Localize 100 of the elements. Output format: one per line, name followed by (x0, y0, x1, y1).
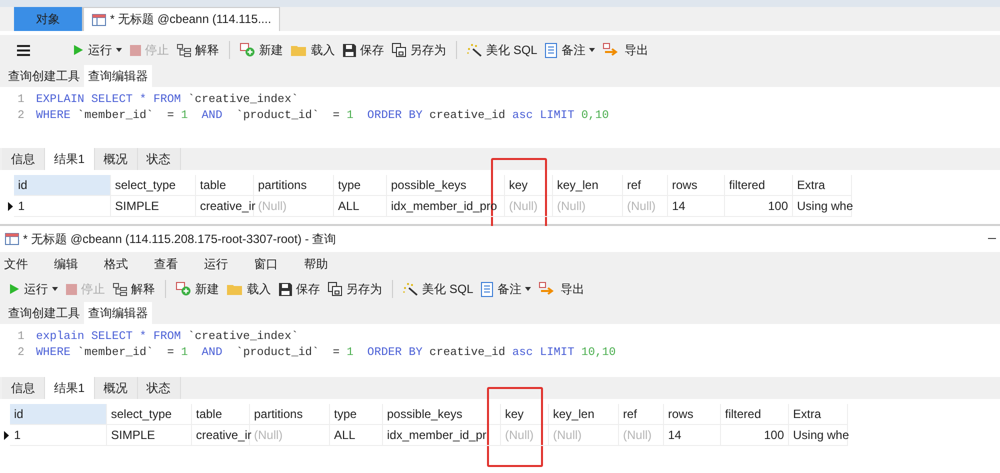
editor-tab[interactable]: 查询编辑器 (84, 302, 152, 324)
column-header[interactable]: table (196, 175, 254, 196)
tab-label: * 无标题 @cbeann (114.115.... (110, 11, 272, 28)
editor-tab[interactable]: 查询编辑器 (84, 65, 152, 87)
play-icon (72, 44, 84, 56)
toolbar-button[interactable]: 美化 SQL (399, 280, 478, 298)
column-header[interactable]: filtered (725, 175, 793, 196)
table-icon (92, 14, 106, 26)
column-header[interactable]: possible_keys (387, 175, 505, 196)
toolbar-button[interactable]: 另存为 (388, 42, 450, 58)
result-tab[interactable]: 状态 (138, 377, 181, 399)
line-number: 2 (16, 345, 26, 361)
table-cell: (Null) (254, 196, 334, 217)
toolbar-button[interactable]: 载入 (223, 280, 275, 298)
caret-icon[interactable] (116, 48, 122, 52)
table-icon (5, 233, 19, 245)
table-cell: 14 (664, 425, 721, 446)
result-tab[interactable]: 状态 (138, 148, 181, 170)
table-cell: 100 (725, 196, 793, 217)
toolbar-button[interactable]: 备注 (541, 42, 590, 58)
table-cell: 1 (14, 196, 111, 217)
editor-tab[interactable]: 查询创建工具 (4, 302, 84, 324)
table-cell: Using whe (789, 425, 848, 446)
new-query-icon (240, 43, 255, 57)
menu-icon[interactable] (17, 44, 30, 56)
document-icon (545, 42, 558, 58)
table-cell: (Null) (501, 425, 549, 446)
toolbar-button[interactable]: 备注 (477, 280, 526, 298)
folder-icon (227, 283, 243, 295)
table-cell: ALL (334, 196, 387, 217)
toolbar-button[interactable]: 另存为 (324, 280, 386, 298)
code-line: WHERE `member_id` = 1 AND `product_id` = 1 ORDER BY creative_id asc LIMIT 10,10 (36, 345, 616, 361)
toolbar-button[interactable]: 解释 (173, 42, 223, 58)
minimize-icon[interactable] (988, 238, 996, 240)
column-header[interactable]: select_type (111, 175, 196, 196)
column-header[interactable]: possible_keys (383, 404, 501, 425)
toolbar-button[interactable]: 新建 (172, 280, 223, 298)
toolbar-button[interactable]: 新建 (236, 42, 287, 58)
column-header[interactable]: ref (619, 404, 664, 425)
column-header[interactable]: partitions (250, 404, 330, 425)
toolbar-button[interactable]: 运行 (4, 280, 52, 298)
result-tab[interactable]: 概况 (94, 377, 138, 399)
menu-item[interactable]: 运行 (204, 256, 228, 272)
result-tab[interactable]: 概况 (94, 148, 138, 170)
result-tab[interactable]: 信息 (2, 148, 45, 170)
column-header[interactable]: partitions (254, 175, 334, 196)
column-header[interactable]: type (334, 175, 387, 196)
column-header[interactable]: Extra (789, 404, 848, 425)
result-tab[interactable]: 结果1 (45, 377, 95, 399)
toolbar-button[interactable]: 载入 (287, 42, 339, 58)
toolbar-button[interactable]: 美化 SQL (463, 42, 542, 58)
toolbar-button[interactable]: 解释 (109, 280, 159, 298)
column-header[interactable]: select_type (107, 404, 192, 425)
menu-item[interactable]: 格式 (104, 256, 128, 272)
table-cell: 100 (721, 425, 789, 446)
table-cell: (Null) (250, 425, 330, 446)
menu-item[interactable]: 帮助 (304, 256, 328, 272)
menu-item[interactable]: 文件 (4, 256, 28, 272)
column-header[interactable]: id (10, 404, 107, 425)
column-header[interactable]: key_len (549, 404, 619, 425)
table-cell: idx_member_id_pr (383, 425, 501, 446)
toolbar-button[interactable]: 保存 (275, 280, 324, 298)
column-header[interactable]: rows (664, 404, 721, 425)
caret-icon[interactable] (589, 48, 596, 52)
caret-icon[interactable] (525, 287, 532, 291)
column-header[interactable]: key (505, 175, 553, 196)
column-header[interactable]: type (330, 404, 383, 425)
column-header[interactable]: key (501, 404, 549, 425)
result-tab[interactable]: 信息 (2, 377, 45, 399)
column-header[interactable]: ref (623, 175, 668, 196)
line-number: 1 (16, 92, 26, 108)
save-icon (343, 44, 356, 56)
editor-tab[interactable]: 查询创建工具 (4, 65, 84, 87)
column-header[interactable]: Extra (793, 175, 852, 196)
menu-item[interactable]: 查看 (154, 256, 178, 272)
document-icon (481, 282, 494, 296)
table-cell: (Null) (619, 425, 664, 446)
column-header[interactable]: filtered (721, 404, 789, 425)
document-tab[interactable]: 对象 (14, 7, 83, 31)
table-cell: creative_ir (192, 425, 250, 446)
window-title: * 无标题 @cbeann (114.115.208.175-root-3307-root) - 查询 (23, 230, 336, 248)
column-header[interactable]: key_len (553, 175, 623, 196)
toolbar-button[interactable]: 导出 (599, 42, 652, 58)
caret-icon[interactable] (52, 287, 58, 291)
table-cell: (Null) (505, 196, 553, 217)
toolbar-button[interactable]: 导出 (535, 280, 588, 298)
menu-item[interactable]: 窗口 (254, 256, 278, 272)
column-header[interactable]: table (192, 404, 250, 425)
magic-wand-icon (403, 282, 418, 296)
table-cell: (Null) (553, 196, 623, 217)
toolbar-button[interactable]: 保存 (339, 42, 388, 58)
column-header[interactable]: id (14, 175, 111, 196)
save-icon (279, 282, 292, 296)
toolbar-button[interactable]: 运行 (68, 42, 116, 58)
column-header[interactable]: rows (668, 175, 725, 196)
menu-item[interactable]: 编辑 (54, 256, 78, 272)
result-tab[interactable]: 结果1 (45, 148, 95, 170)
code-line: WHERE `member_id` = 1 AND `product_id` = 1 ORDER BY creative_id asc LIMIT 0,10 (36, 108, 609, 124)
magic-wand-icon (467, 43, 482, 57)
document-tab[interactable]: * 无标题 @cbeann (114.115.... (83, 7, 280, 31)
